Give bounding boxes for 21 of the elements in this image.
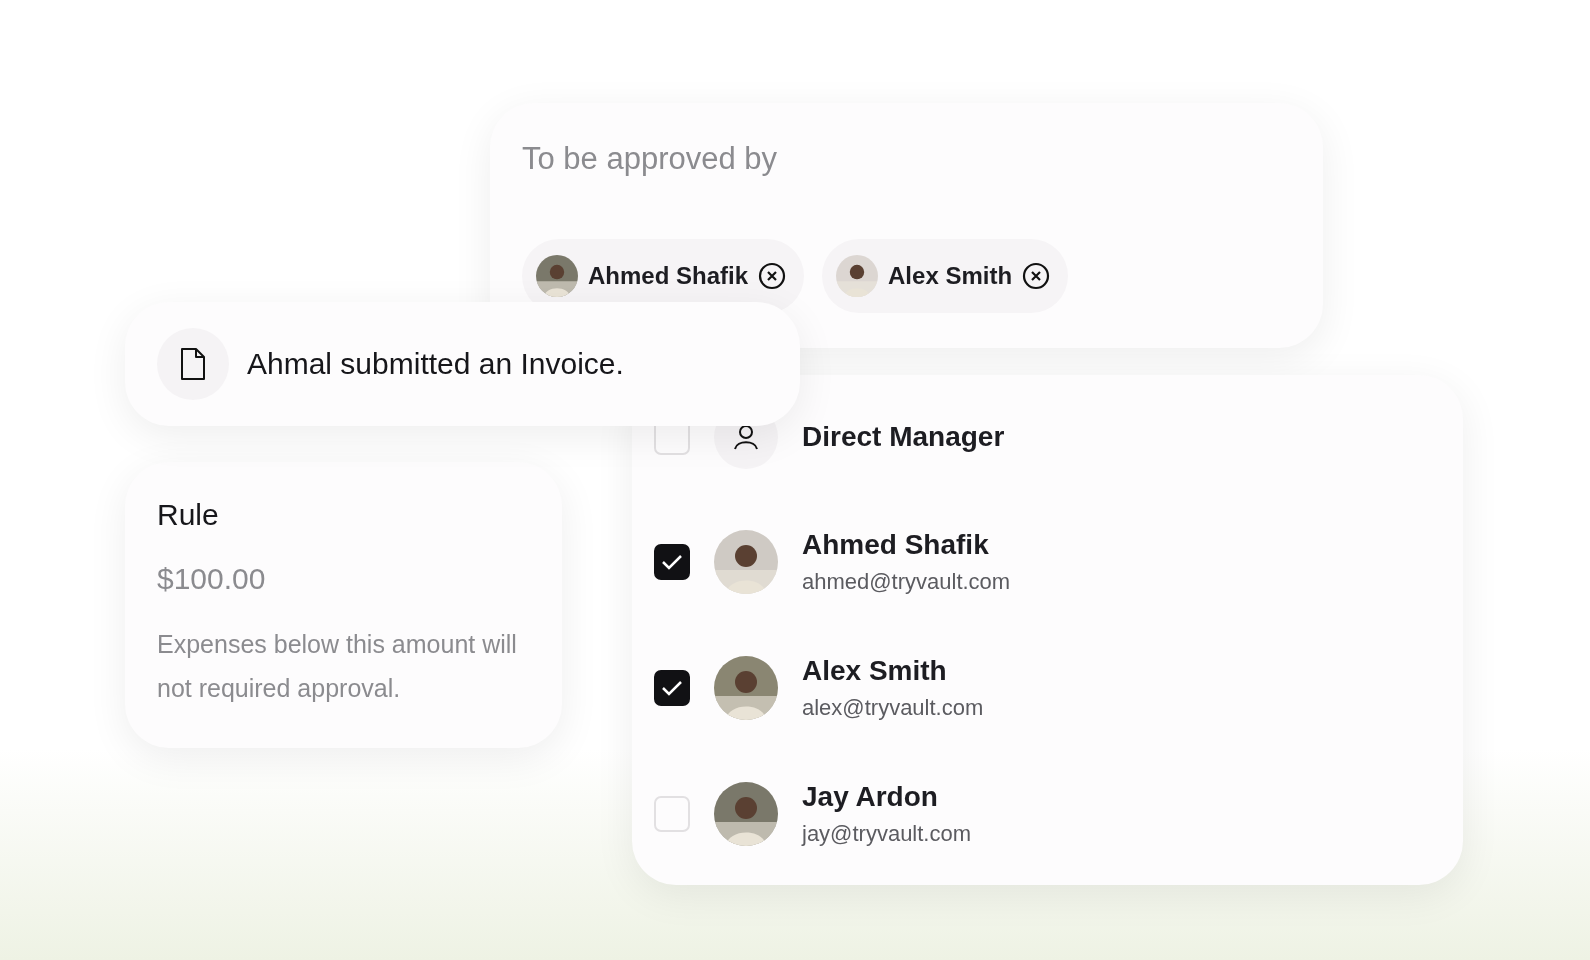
person-name: Alex Smith xyxy=(802,655,948,687)
person-name: Direct Manager xyxy=(802,421,1005,453)
checkbox[interactable] xyxy=(654,544,690,580)
approver-name: Alex Smith xyxy=(888,262,1013,290)
check-icon xyxy=(661,679,683,697)
close-icon[interactable] xyxy=(758,262,787,290)
notification-text: Ahmal submitted an Invoice. xyxy=(247,347,624,381)
approver-name: Ahmed Shafik xyxy=(588,262,749,290)
close-icon[interactable] xyxy=(1022,262,1051,290)
checkbox[interactable] xyxy=(654,670,690,706)
check-icon xyxy=(661,553,683,571)
person-email: jay@tryvault.com xyxy=(802,821,972,847)
rule-amount: $100.00 xyxy=(157,562,267,596)
person-email: alex@tryvault.com xyxy=(802,695,984,721)
person-email: ahmed@tryvault.com xyxy=(802,569,1011,595)
approvers-title: To be approved by xyxy=(522,141,779,177)
person-name: Jay Ardon xyxy=(802,781,939,813)
rule-title: Rule xyxy=(157,498,220,532)
rule-description: Expenses below this amount will not required approval. xyxy=(157,629,518,704)
approver-chip[interactable]: Alex Smith xyxy=(822,239,1069,313)
person-name: Ahmed Shafik xyxy=(802,529,990,561)
